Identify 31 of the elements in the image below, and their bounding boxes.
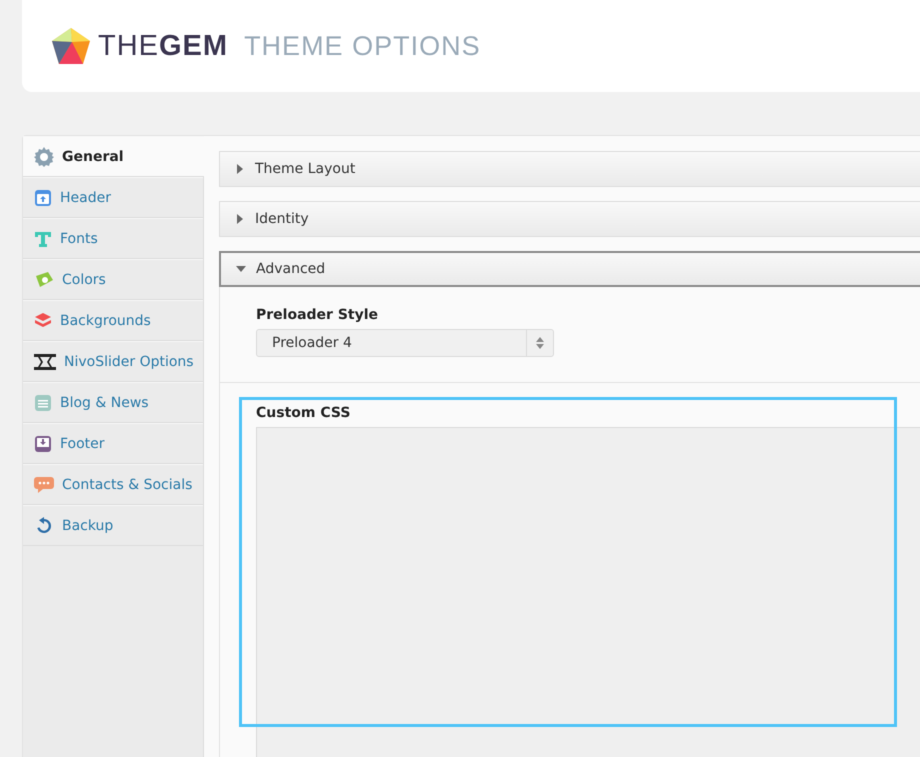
sidebar-item[interactable]: Blog & News	[23, 382, 203, 423]
sidebar-item[interactable]: Footer	[23, 423, 203, 464]
field-label: Preloader Style	[256, 307, 380, 323]
sort-arrows-icon	[536, 337, 544, 349]
upload-icon	[34, 188, 52, 206]
brand-name: THEGEM	[98, 30, 228, 62]
download-icon	[34, 434, 52, 452]
letter-icon	[34, 230, 52, 248]
preloader-select[interactable]: Preloader 4	[256, 329, 554, 357]
caret-right-icon	[235, 164, 245, 174]
caret-right-icon	[235, 214, 245, 224]
logo-icon	[52, 28, 90, 64]
layers-icon	[34, 312, 52, 330]
sidebar-item[interactable]: General	[23, 136, 204, 177]
sidebar-item[interactable]: Backgrounds	[23, 300, 203, 341]
page-title: THEME OPTIONS	[244, 30, 481, 62]
sidebar-item[interactable]: Backup	[23, 505, 203, 546]
sidebar-item[interactable]: NivoSlider Options	[23, 341, 203, 382]
section-header[interactable]: Identity	[219, 201, 920, 237]
sidebar-item[interactable]: Contacts & Socials	[23, 464, 203, 505]
chat-bubble-icon	[34, 476, 54, 494]
field-label: Custom CSS	[256, 405, 352, 421]
sidebar-item[interactable]: Header	[23, 177, 203, 218]
sidebar-item[interactable]: Fonts	[23, 218, 203, 259]
sidebar-item[interactable]: Colors	[23, 259, 203, 300]
document-icon	[34, 394, 52, 412]
gear-icon	[34, 146, 54, 166]
section-header[interactable]: Theme Layout	[219, 151, 920, 187]
css-text-area[interactable]	[256, 427, 920, 757]
section-header[interactable]: Advanced	[219, 251, 920, 287]
caret-down-icon	[236, 264, 246, 274]
